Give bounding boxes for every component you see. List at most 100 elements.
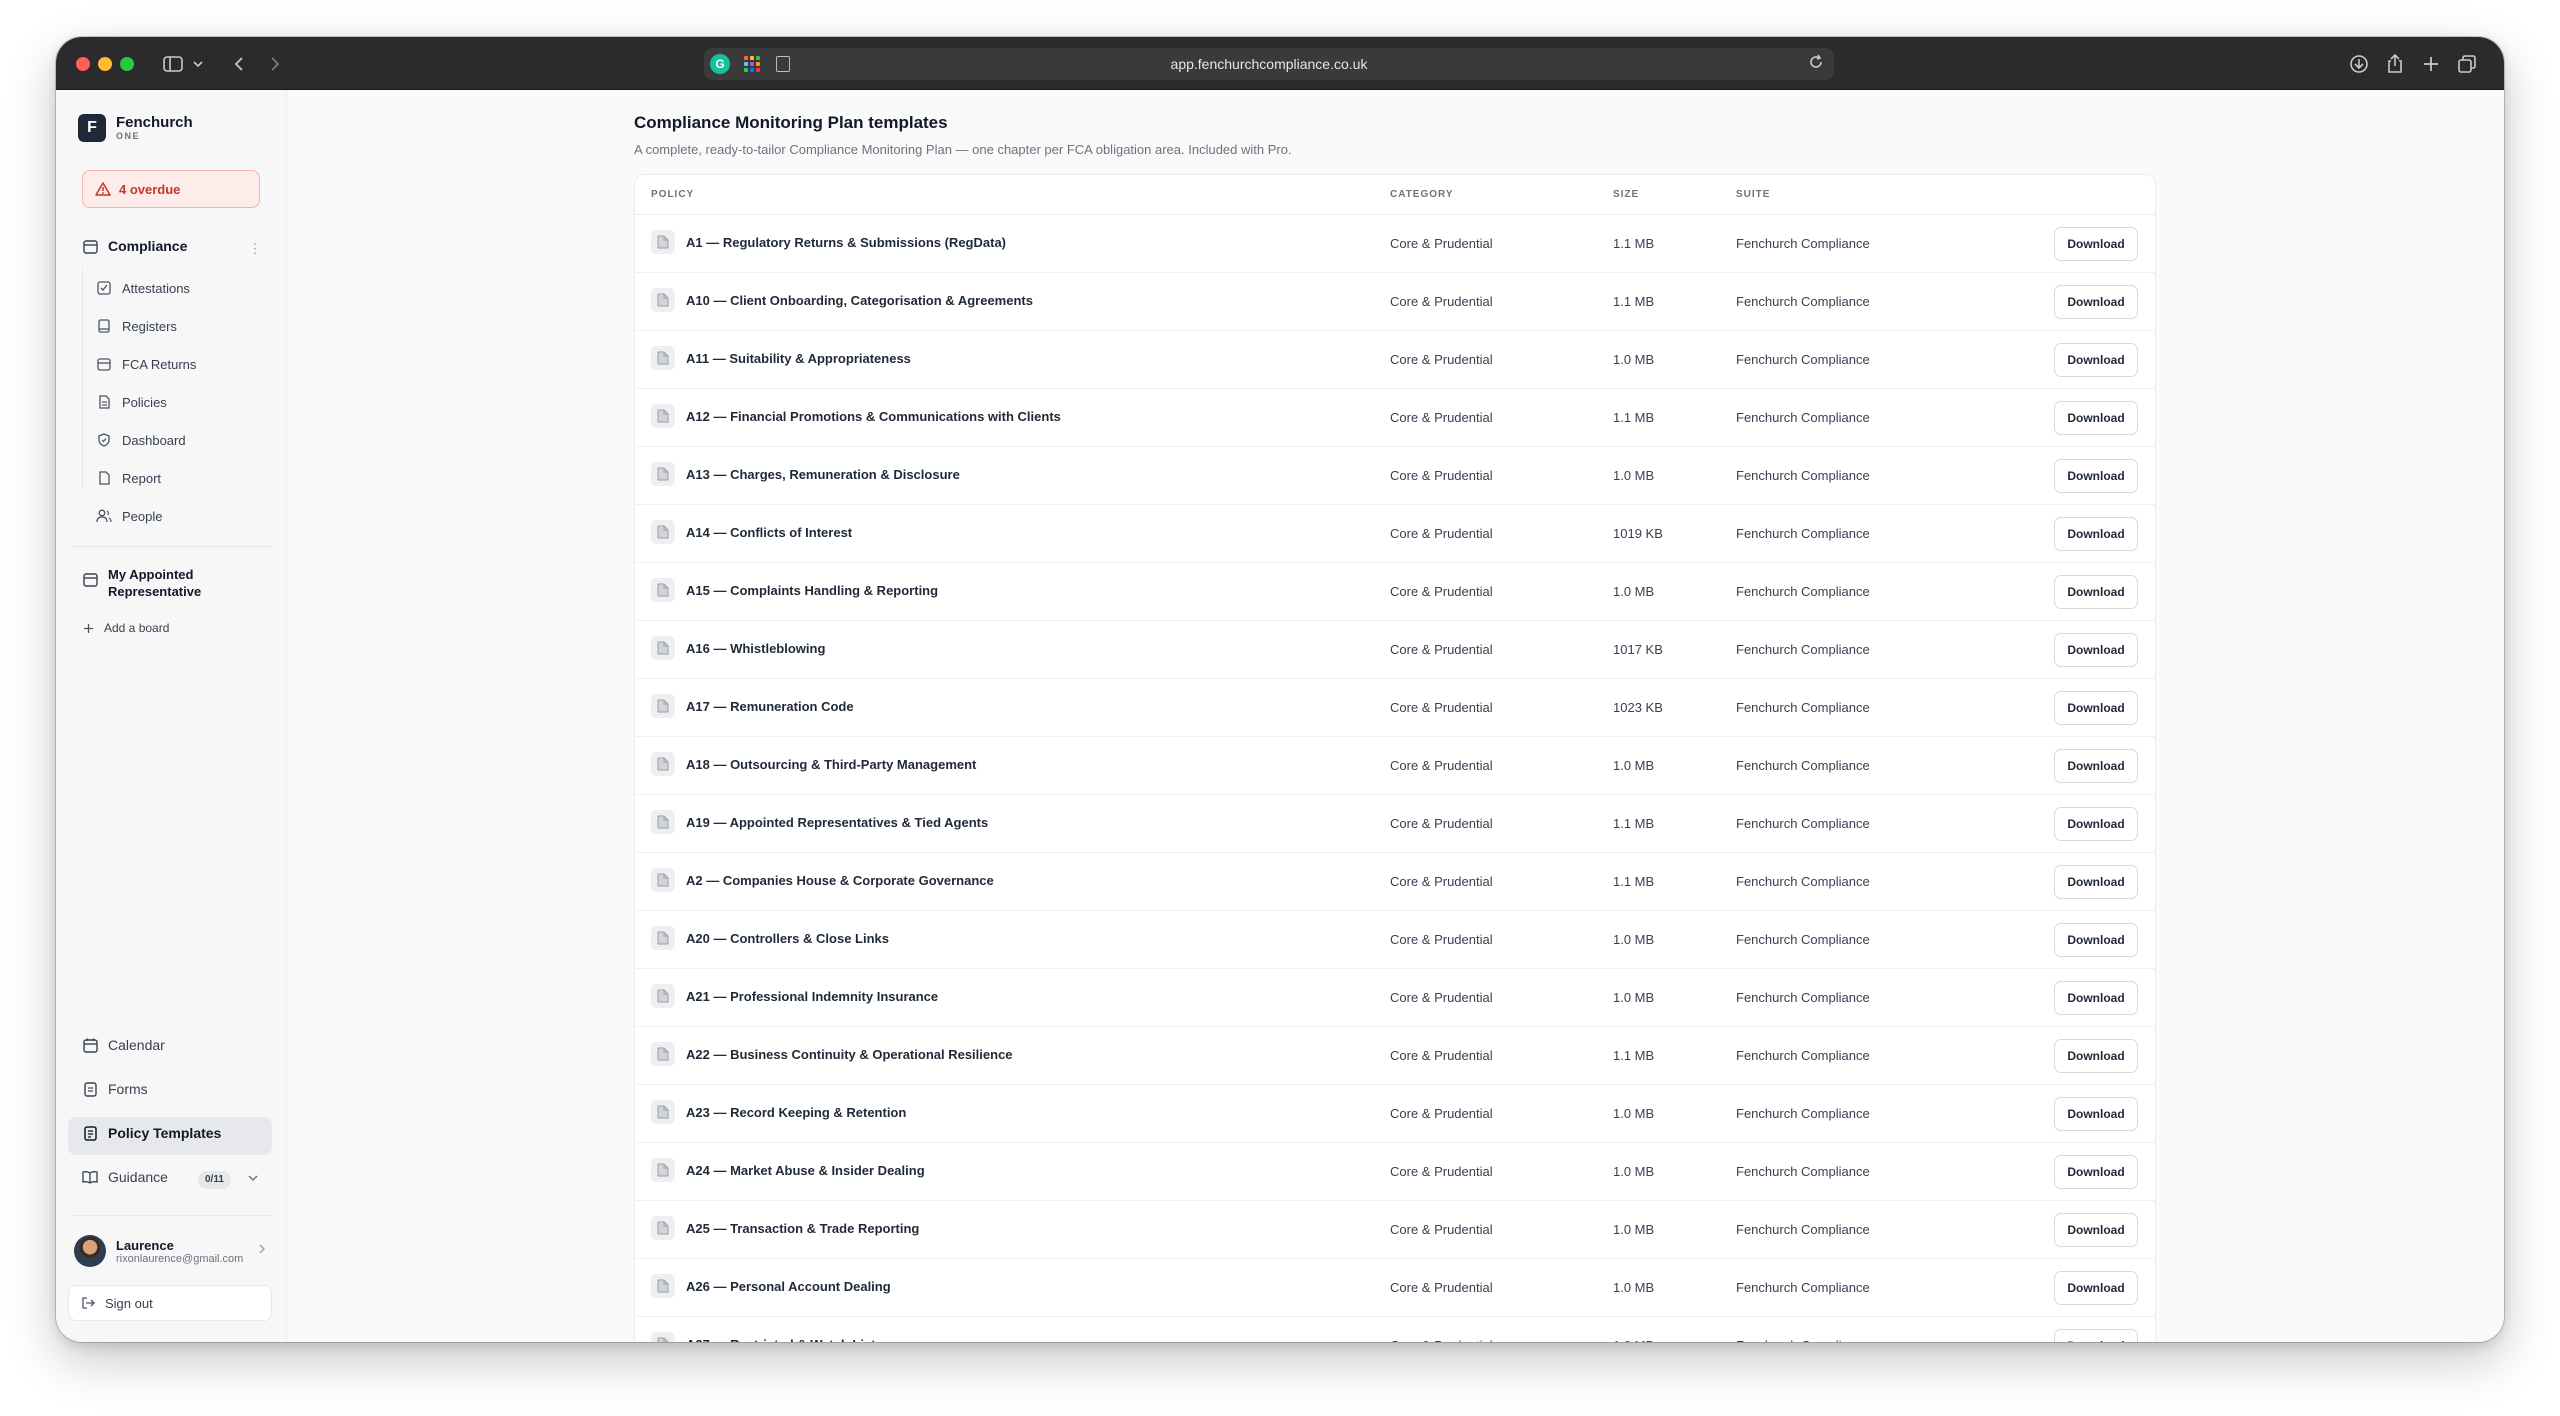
document-icon	[651, 288, 675, 312]
size-cell: 1019 KB	[1613, 526, 1663, 541]
download-button[interactable]: Download	[2054, 633, 2138, 667]
chevron-down-icon[interactable]	[248, 1171, 258, 1185]
download-button[interactable]: Download	[2054, 1097, 2138, 1131]
forward-icon[interactable]	[262, 51, 288, 77]
sidebar-item-policy-templates[interactable]: Policy Templates	[82, 1125, 221, 1141]
policy-name[interactable]: A12 — Financial Promotions & Communicati…	[686, 409, 1061, 424]
download-button[interactable]: Download	[2054, 517, 2138, 551]
size-cell: 1.0 MB	[1613, 1106, 1655, 1121]
policy-cell: A18 — Outsourcing & Third-Party Manageme…	[651, 752, 976, 776]
sidebar-item-dashboard[interactable]: Dashboard	[96, 432, 186, 448]
category-cell: Core & Prudential	[1390, 584, 1493, 599]
download-button[interactable]: Download	[2054, 923, 2138, 957]
policy-name[interactable]: A10 — Client Onboarding, Categorisation …	[686, 293, 1033, 308]
policy-cell: A20 — Controllers & Close Links	[651, 926, 889, 950]
sidebar-item-attestations[interactable]: Attestations	[96, 280, 190, 296]
sign-out-button[interactable]: Sign out	[68, 1285, 272, 1321]
download-button[interactable]: Download	[2054, 981, 2138, 1015]
policy-name[interactable]: A14 — Conflicts of Interest	[686, 525, 852, 540]
address-bar[interactable]: G app.fenchurchcompliance.co.uk	[704, 48, 1834, 80]
download-button[interactable]: Download	[2054, 343, 2138, 377]
suite-cell: Fenchurch Compliance	[1736, 468, 1870, 483]
downloads-icon[interactable]	[2346, 51, 2372, 77]
sidebar-item-people[interactable]: People	[96, 508, 162, 524]
policy-name[interactable]: A19 — Appointed Representatives & Tied A…	[686, 815, 988, 830]
download-button[interactable]: Download	[2054, 865, 2138, 899]
download-button[interactable]: Download	[2054, 227, 2138, 261]
document-icon	[651, 926, 675, 950]
more-options-icon[interactable]: ⋮	[248, 240, 262, 257]
brand[interactable]: F Fenchurch ONE	[78, 114, 193, 142]
column-header-size[interactable]: SIZE	[1613, 175, 1639, 215]
size-cell: 1.0 MB	[1613, 990, 1655, 1005]
policy-name[interactable]: A23 — Record Keeping & Retention	[686, 1105, 906, 1120]
sidebar-item-guidance[interactable]: Guidance	[82, 1169, 168, 1185]
download-button[interactable]: Download	[2054, 1155, 2138, 1189]
policy-name[interactable]: A16 — Whistleblowing	[686, 641, 825, 656]
download-button[interactable]: Download	[2054, 459, 2138, 493]
user-email: rixonlaurence@gmail.com	[116, 1252, 244, 1265]
minimize-window-button[interactable]	[98, 57, 112, 71]
chevron-down-icon[interactable]	[190, 51, 206, 77]
sidebar-section-compliance[interactable]: Compliance	[82, 238, 187, 254]
policy-name[interactable]: A24 — Market Abuse & Insider Dealing	[686, 1163, 925, 1178]
overdue-alert-button[interactable]: 4 overdue	[82, 170, 260, 208]
policy-name[interactable]: A2 — Companies House & Corporate Governa…	[686, 873, 994, 888]
policy-name[interactable]: A11 — Suitability & Appropriateness	[686, 351, 911, 366]
sidebar-item-forms[interactable]: Forms	[82, 1081, 148, 1097]
category-cell: Core & Prudential	[1390, 468, 1493, 483]
close-window-button[interactable]	[76, 57, 90, 71]
sidebar-item-policies[interactable]: Policies	[96, 394, 167, 410]
download-button[interactable]: Download	[2054, 1329, 2138, 1342]
policy-name[interactable]: A18 — Outsourcing & Third-Party Manageme…	[686, 757, 976, 772]
calendar-icon	[82, 238, 98, 254]
column-header-category[interactable]: CATEGORY	[1390, 175, 1454, 215]
policy-name[interactable]: A21 — Professional Indemnity Insurance	[686, 989, 938, 1004]
download-button[interactable]: Download	[2054, 807, 2138, 841]
sidebar-item-label: Dashboard	[122, 432, 186, 448]
download-button[interactable]: Download	[2054, 575, 2138, 609]
policy-cell: A27 — Restricted & Watch Lists	[651, 1332, 883, 1342]
table-row: A2 — Companies House & Corporate Governa…	[635, 853, 2155, 911]
add-board-button[interactable]: Add a board	[82, 620, 169, 636]
policy-name[interactable]: A27 — Restricted & Watch Lists	[686, 1337, 883, 1343]
size-cell: 1.1 MB	[1613, 294, 1655, 309]
sidebar-item-registers[interactable]: Registers	[96, 318, 177, 334]
download-button[interactable]: Download	[2054, 749, 2138, 783]
policy-name[interactable]: A13 — Charges, Remuneration & Disclosure	[686, 467, 960, 482]
calendar-icon	[82, 571, 98, 587]
policy-cell: A25 — Transaction & Trade Reporting	[651, 1216, 919, 1240]
sidebar-toggle-icon[interactable]	[160, 51, 186, 77]
policy-cell: A26 — Personal Account Dealing	[651, 1274, 891, 1298]
chevron-right-icon[interactable]	[258, 1243, 266, 1257]
policy-name[interactable]: A1 — Regulatory Returns & Submissions (R…	[686, 235, 1006, 250]
document-icon	[651, 868, 675, 892]
policy-name[interactable]: A17 — Remuneration Code	[686, 699, 854, 714]
download-button[interactable]: Download	[2054, 1213, 2138, 1247]
policy-name[interactable]: A22 — Business Continuity & Operational …	[686, 1047, 1013, 1062]
sidebar-item-calendar[interactable]: Calendar	[82, 1037, 165, 1053]
new-tab-icon[interactable]	[2418, 51, 2444, 77]
zoom-window-button[interactable]	[120, 57, 134, 71]
download-button[interactable]: Download	[2054, 401, 2138, 435]
user-profile[interactable]: Laurence rixonlaurence@gmail.com	[74, 1229, 274, 1273]
download-button[interactable]: Download	[2054, 285, 2138, 319]
sidebar-item-my-appointed-representative[interactable]: My Appointed Representative	[82, 566, 228, 600]
policy-name[interactable]: A20 — Controllers & Close Links	[686, 931, 889, 946]
reload-icon[interactable]	[1808, 54, 1824, 75]
download-button[interactable]: Download	[2054, 691, 2138, 725]
sidebar-item-fca-returns[interactable]: FCA Returns	[96, 356, 196, 372]
url-text[interactable]: app.fenchurchcompliance.co.uk	[704, 48, 1834, 80]
back-icon[interactable]	[226, 51, 252, 77]
policy-name[interactable]: A26 — Personal Account Dealing	[686, 1279, 891, 1294]
policy-name[interactable]: A25 — Transaction & Trade Reporting	[686, 1221, 919, 1236]
download-button[interactable]: Download	[2054, 1039, 2138, 1073]
download-button[interactable]: Download	[2054, 1271, 2138, 1305]
policy-name[interactable]: A15 — Complaints Handling & Reporting	[686, 583, 938, 598]
share-icon[interactable]	[2382, 51, 2408, 77]
sidebar-item-report[interactable]: Report	[96, 470, 161, 486]
tab-overview-icon[interactable]	[2454, 51, 2480, 77]
column-header-policy[interactable]: POLICY	[651, 175, 694, 215]
column-header-suite[interactable]: SUITE	[1736, 175, 1770, 215]
category-cell: Core & Prudential	[1390, 642, 1493, 657]
